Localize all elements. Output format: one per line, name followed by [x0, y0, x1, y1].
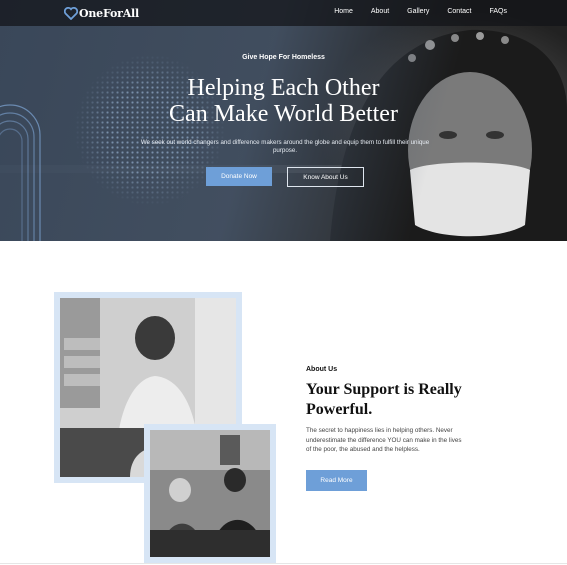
- nav-link-about[interactable]: About: [371, 8, 389, 15]
- hero-title: Helping Each Other Can Make World Better: [0, 75, 567, 127]
- nav-link-faqs[interactable]: FAQs: [489, 8, 507, 15]
- nav-link-gallery[interactable]: Gallery: [407, 8, 429, 15]
- nav-link-contact[interactable]: Contact: [447, 8, 471, 15]
- donate-now-button[interactable]: Donate Now: [206, 167, 272, 186]
- about-photo-small: [150, 430, 270, 557]
- hero-title-line-2: Can Make World Better: [169, 101, 398, 127]
- site-logo[interactable]: OneForAll: [64, 5, 139, 21]
- hero-tagline: Give Hope For Homeless: [242, 54, 325, 61]
- about-description: The secret to happiness lies in helping …: [306, 427, 462, 453]
- about-section-label: About Us: [306, 366, 338, 373]
- read-more-button[interactable]: Read More: [306, 470, 367, 491]
- section-divider: [0, 563, 567, 564]
- hero-title-line-1: Helping Each Other: [187, 75, 380, 101]
- nav-link-home[interactable]: Home: [334, 8, 353, 15]
- know-about-us-button[interactable]: Know About Us: [287, 167, 364, 187]
- logo-text: OneForAll: [79, 6, 140, 20]
- hero-subtitle: We seek out world changers and differenc…: [140, 139, 430, 154]
- heart-icon: [64, 6, 78, 20]
- hero-section: Give Hope For Homeless Helping Each Othe…: [0, 0, 567, 241]
- top-navbar: OneForAll Home About Gallery Contact FAQ…: [0, 0, 567, 26]
- about-title: Your Support is Really Powerful.: [306, 381, 462, 418]
- nav-menu: Home About Gallery Contact FAQs: [334, 8, 507, 15]
